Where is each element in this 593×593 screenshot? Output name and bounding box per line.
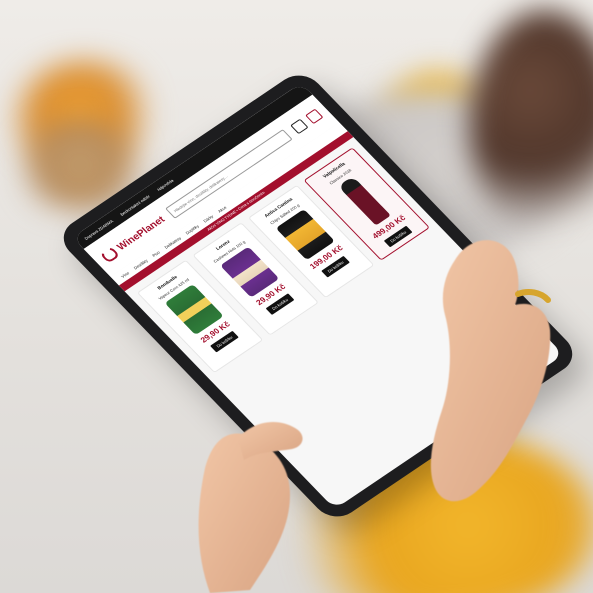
user-icon[interactable] [290,118,309,135]
nav-item-3[interactable]: Pivo [151,249,161,257]
nav-item-1[interactable]: Víno [120,270,130,278]
logo-icon [98,245,121,264]
tablet-screen: Doprava ZDARMA Bezkontaktní odběr Nápově… [72,82,564,510]
wine-bottle-image [337,176,391,226]
header-icons [290,108,324,135]
photo-scene: { "tablet_ui": { "topbar": { "left": "Do… [0,0,593,593]
tablet-device: Doprava ZDARMA Bezkontaktní odběr Nápově… [53,67,583,525]
cart-icon[interactable] [305,108,324,125]
tablet-group: Doprava ZDARMA Bezkontaktní odběr Nápově… [0,0,593,593]
